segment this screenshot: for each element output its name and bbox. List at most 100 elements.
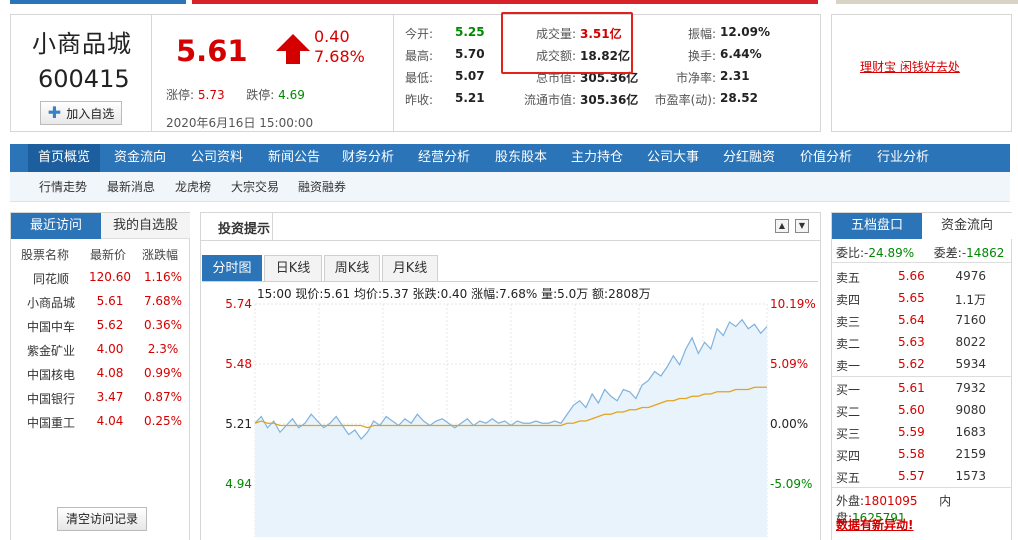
subnav-item[interactable]: 融资融券 [298, 172, 346, 202]
order-label: 买一 [836, 383, 861, 397]
nav-item[interactable]: 行业分析 [867, 144, 939, 172]
tab-weekly-k[interactable]: 周K线 [324, 255, 380, 281]
stock-name-cell[interactable]: 紫金矿业 [21, 342, 81, 359]
nav-item[interactable]: 主力持仓 [561, 144, 633, 172]
nav-item[interactable]: 新闻公告 [258, 144, 330, 172]
price-cell: 4.00 [96, 342, 124, 356]
order-divider-bottom [832, 487, 1011, 488]
order-alert-link[interactable]: 数据有新异动! [836, 516, 913, 533]
table-row[interactable]: 小商品城 5.61 7.68% [11, 289, 191, 313]
change-cell: 7.68% [143, 294, 183, 308]
outer-label: 外盘: [836, 494, 865, 508]
clear-history-button[interactable]: 清空访问记录 [57, 507, 147, 531]
change-cell: 1.16% [143, 270, 183, 284]
pct-tick-label: 0.00% [770, 417, 808, 431]
tab-my-watchlist[interactable]: 我的自选股 [101, 213, 190, 239]
scroll-down-button[interactable]: ▼ [795, 219, 809, 233]
main-nav: 首页概览 资金流向 公司资料 新闻公告 财务分析 经营分析 股东股本 主力持仓 公司大事 分红融资… [10, 144, 1010, 172]
scroll-up-button[interactable]: ▲ [775, 219, 789, 233]
price-cell: 120.60 [89, 270, 131, 284]
stock-name-cell[interactable]: 同花顺 [21, 270, 81, 287]
stat-label: 最高: [405, 49, 434, 63]
tab-order-book[interactable]: 五档盘口 [832, 213, 922, 239]
stat-label: 市盈率(动): [654, 93, 716, 107]
stat-label: 昨收: [405, 93, 434, 107]
stock-name-cell[interactable]: 中国核电 [21, 366, 81, 383]
nav-item[interactable]: 首页概览 [28, 144, 101, 172]
order-volume: 1683 [955, 425, 986, 439]
nav-item[interactable]: 价值分析 [790, 144, 862, 172]
banner-image-bar [836, 0, 1018, 4]
nav-item[interactable]: 财务分析 [332, 144, 404, 172]
tab-daily-k[interactable]: 日K线 [264, 255, 322, 281]
stat-label: 最低: [405, 71, 434, 85]
chart-header-line [200, 240, 821, 241]
diff-value: -14862 [961, 246, 1005, 260]
order-label: 卖四 [836, 293, 861, 307]
order-price: 5.59 [898, 425, 925, 439]
stock-name-cell[interactable]: 中国银行 [21, 390, 81, 407]
nav-item[interactable]: 公司资料 [181, 144, 253, 172]
order-volume: 7932 [955, 381, 986, 395]
table-row[interactable]: 中国核电 4.08 0.99% [11, 361, 191, 385]
change-percent: 7.68% [314, 47, 365, 66]
chart-title-divider [272, 212, 273, 240]
order-row: 买四 5.58 2159 [836, 443, 1012, 465]
diff-label: 委差: [933, 246, 962, 260]
order-price: 5.62 [898, 357, 925, 371]
order-row: 卖一 5.62 5934 [836, 353, 1012, 375]
table-row[interactable]: 紫金矿业 4.00 2.3% [11, 337, 191, 361]
change-cell: 0.25% [143, 414, 183, 428]
nav-item[interactable]: 资金流向 [104, 144, 176, 172]
table-row[interactable]: 中国重工 4.04 0.25% [11, 409, 191, 433]
table-row[interactable]: 同花顺 120.60 1.16% [11, 265, 191, 289]
nav-item[interactable]: 股东股本 [485, 144, 557, 172]
stat-label: 市净率: [675, 71, 716, 85]
plus-icon: ✚ [47, 103, 62, 122]
order-volume: 1.1万 [954, 293, 986, 307]
highlight-box [501, 12, 633, 74]
stat-label: 换手: [687, 49, 716, 63]
change-cell: 0.36% [143, 318, 183, 332]
order-price: 5.63 [898, 335, 925, 349]
tab-recent[interactable]: 最近访问 [11, 213, 101, 239]
limit-down-label: 跌停: [246, 88, 275, 102]
stat-label: 今开: [405, 27, 434, 41]
up-arrow-stem [286, 50, 300, 64]
order-volume: 7160 [955, 313, 986, 327]
column-header: 股票名称 [21, 248, 70, 262]
stock-code: 600415 [38, 65, 130, 93]
subnav-item[interactable]: 行情走势 [39, 172, 87, 202]
stock-name-cell[interactable]: 中国中车 [21, 318, 81, 335]
tab-fund-flow[interactable]: 资金流向 [922, 213, 1012, 239]
column-header: 最新价 [90, 248, 127, 262]
order-price: 5.57 [898, 469, 925, 483]
subnav-item[interactable]: 龙虎榜 [175, 172, 211, 202]
order-divider-top [832, 262, 1011, 263]
tab-monthly-k[interactable]: 月K线 [382, 255, 438, 281]
add-watchlist-label: 加入自选 [66, 106, 115, 121]
order-volume: 1573 [955, 469, 986, 483]
stock-name-cell[interactable]: 小商品城 [21, 294, 81, 311]
nav-item[interactable]: 分红融资 [713, 144, 785, 172]
subnav-item[interactable]: 大宗交易 [231, 172, 279, 202]
change-value: 0.40 [314, 27, 350, 46]
quote-datetime: 2020年6月16日 15:00:00 [166, 116, 314, 130]
nav-item[interactable]: 经营分析 [408, 144, 480, 172]
order-volume: 9080 [955, 403, 986, 417]
order-ratio-line: 委比:-24.89% 委差:-14862 [836, 244, 1004, 261]
ad-link[interactable]: 理财宝 闲钱好去处 [860, 58, 960, 75]
order-label: 卖五 [836, 271, 861, 285]
table-row[interactable]: 中国中车 5.62 0.36% [11, 313, 191, 337]
chart-panel-title: 投资提示 [218, 222, 271, 237]
order-label: 买三 [836, 427, 861, 441]
order-price: 5.66 [898, 269, 925, 283]
order-price: 5.65 [898, 291, 925, 305]
subnav-item[interactable]: 最新消息 [107, 172, 155, 202]
tab-intraday[interactable]: 分时图 [202, 255, 262, 281]
price-cell: 3.47 [96, 390, 124, 404]
nav-item[interactable]: 公司大事 [637, 144, 709, 172]
add-watchlist-button[interactable]: ✚ 加入自选 [40, 101, 122, 125]
table-row[interactable]: 中国银行 3.47 0.87% [11, 385, 191, 409]
stock-name-cell[interactable]: 中国重工 [21, 414, 81, 431]
